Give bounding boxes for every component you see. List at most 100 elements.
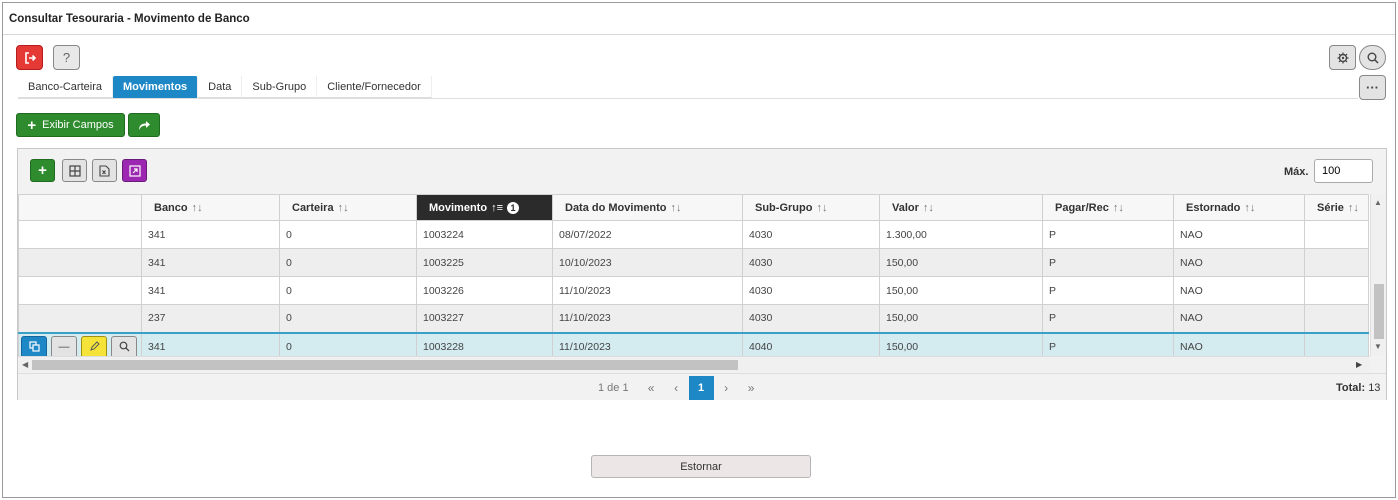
remove-row-button[interactable]: — [51,335,77,356]
copy-row-button[interactable] [21,335,47,356]
last-page-icon[interactable]: » [739,381,764,395]
row-actions-cell [18,248,142,277]
table-cell: 4040 [742,331,880,356]
plus-icon: + [27,116,37,134]
table-cell [1304,331,1369,356]
tab-data[interactable]: Data [198,76,243,98]
scroll-right-icon[interactable]: ▶ [1356,360,1362,369]
column-header-data-do-movimento[interactable]: Data do Movimento ↑↓ [552,194,743,221]
max-label: Máx. [1284,166,1309,178]
table-cell: 150,00 [879,276,1043,305]
max-rows-input[interactable] [1314,159,1373,183]
first-page-icon[interactable]: « [639,381,664,395]
expand-button[interactable] [122,159,147,182]
table-cell: 150,00 [879,248,1043,277]
share-button[interactable] [128,113,160,137]
grid-icon [68,164,81,177]
table-cell: 1.300,00 [879,220,1043,249]
table-cell: 0 [279,248,417,277]
table-row[interactable]: 341 0 1003224 08/07/2022 4030 1.300,00 P NAO [18,220,1369,249]
estornar-button[interactable]: Estornar [591,455,811,478]
column-header-serie[interactable]: Série ↑↓ [1304,194,1369,221]
table-cell: 08/07/2022 [552,220,743,249]
table-cell: 0 [279,331,417,356]
tab-sub-grupo[interactable]: Sub-Grupo [242,76,318,98]
columns-button[interactable] [62,159,87,182]
column-header-pagar-rec[interactable]: Pagar/Rec ↑↓ [1042,194,1174,221]
show-fields-button[interactable]: + Exibir Campos [16,113,125,137]
table-row[interactable]: 341 0 1003225 10/10/2023 4030 150,00 P NAO [18,248,1369,277]
window: Consultar Tesouraria - Movimento de Banc… [2,2,1396,498]
search-icon [119,341,129,352]
table-cell: 1003227 [416,304,553,333]
horizontal-scrollbar[interactable]: ◀ ▶ [18,356,1370,372]
add-record-button[interactable]: + [30,159,55,182]
column-header-sub-grupo[interactable]: Sub-Grupo ↑↓ [742,194,880,221]
help-button[interactable]: ? [53,45,80,70]
scroll-down-icon[interactable]: ▼ [1374,342,1382,351]
table-cell: P [1042,331,1174,356]
table-cell: P [1042,304,1174,333]
prev-page-icon[interactable]: ‹ [664,381,689,395]
pagination: 1 de 1 « ‹ 1 › » [598,376,764,400]
table-row[interactable]: — 341 0 1003228 11/10/2023 4040 150,00 P NAO [18,331,1369,356]
column-header-banco[interactable]: Banco ↑↓ [141,194,280,221]
sort-icon: ↑↓ [337,201,349,214]
scroll-up-icon[interactable]: ▲ [1374,198,1382,207]
page-info: 1 de 1 [598,382,629,394]
table-cell: NAO [1173,304,1305,333]
table-row[interactable]: 237 0 1003227 11/10/2023 4030 150,00 P NAO [18,304,1369,333]
row-actions-cell [18,276,142,305]
edit-row-button[interactable] [81,335,107,356]
minus-icon: — [58,340,70,353]
table-cell: NAO [1173,331,1305,356]
table-cell: 11/10/2023 [552,304,743,333]
table-cell [1304,304,1369,333]
tab-cliente-fornecedor[interactable]: Cliente/Fornecedor [317,76,432,98]
table-cell [1304,248,1369,277]
settings-button[interactable] [1329,45,1356,70]
column-header-valor[interactable]: Valor ↑↓ [879,194,1043,221]
expand-icon [128,164,141,177]
table-cell: 4030 [742,276,880,305]
tab-movimentos[interactable]: Movimentos [112,76,199,98]
table-cell: 10/10/2023 [552,248,743,277]
table-cell: 1003224 [416,220,553,249]
exit-button[interactable] [16,45,43,70]
table-cell: NAO [1173,276,1305,305]
table-cell: 11/10/2023 [552,331,743,356]
total-value: 13 [1368,382,1381,394]
tabs-divider [18,98,1358,99]
table-cell: 1003226 [416,276,553,305]
excel-file-icon [99,164,110,177]
vertical-scroll-thumb[interactable] [1374,284,1384,339]
exit-icon [24,51,36,64]
export-excel-button[interactable] [92,159,117,182]
sort-icon: ↑↓ [670,201,682,214]
window-title: Consultar Tesouraria - Movimento de Banc… [3,3,1395,35]
search-button[interactable] [1359,45,1386,70]
view-row-button[interactable] [111,335,137,356]
total-count: Total: 13 [1336,382,1380,394]
vertical-scrollbar[interactable]: ▲ ▼ [1370,194,1386,356]
column-header-estornado[interactable]: Estornado ↑↓ [1173,194,1305,221]
current-page-button[interactable]: 1 [688,376,714,400]
tab-banco-carteira[interactable]: Banco-Carteira [18,76,113,98]
show-fields-label: Exibir Campos [42,119,114,131]
table-row[interactable]: 341 0 1003226 11/10/2023 4030 150,00 P NAO [18,276,1369,305]
next-page-icon[interactable]: › [714,381,739,395]
table-cell: 11/10/2023 [552,276,743,305]
row-actions: — [21,335,139,356]
share-arrow-icon [139,121,150,130]
column-header-carteira[interactable]: Carteira ↑↓ [279,194,417,221]
sort-icon: ↑↓ [1112,201,1124,214]
sort-icon: ↑↓ [1347,201,1359,214]
scroll-left-icon[interactable]: ◀ [22,360,28,369]
horizontal-scroll-thumb[interactable] [32,360,738,370]
more-options-button[interactable]: ··· [1359,75,1386,100]
column-header-movimento[interactable]: Movimento ↑≡ 1 [416,194,553,221]
sort-icon: ↑↓ [816,201,828,214]
table-cell: 341 [141,276,280,305]
sort-icon: ↑↓ [191,201,203,214]
row-actions-cell: — [18,331,142,356]
